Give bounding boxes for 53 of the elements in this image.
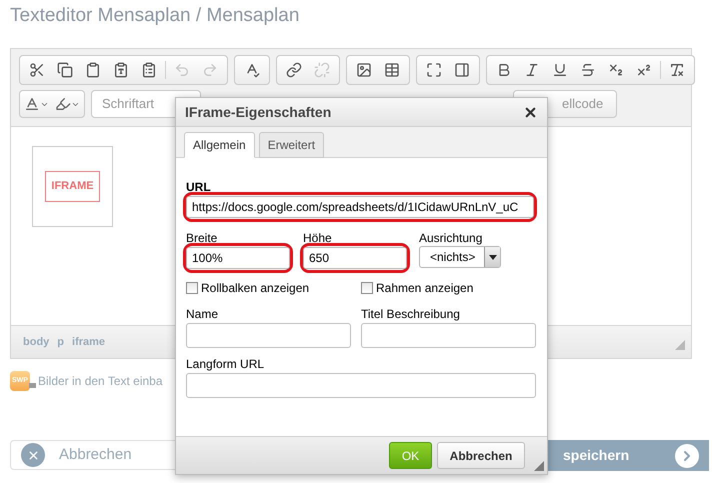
underline-icon[interactable] (552, 62, 568, 78)
table-icon[interactable] (384, 62, 400, 78)
cancel-label: Abbrechen (59, 444, 132, 465)
checkbox-label: Rahmen anzeigen (376, 280, 474, 297)
highlighter-icon[interactable] (55, 96, 71, 112)
resize-grip-icon[interactable] (534, 461, 544, 471)
ok-button[interactable]: OK (389, 442, 432, 469)
checkbox[interactable] (361, 282, 373, 294)
clipboard-icon[interactable] (85, 62, 101, 78)
cancel-button[interactable]: Abbrechen (437, 442, 525, 469)
save-button[interactable]: speichern (545, 440, 709, 471)
close-icon (21, 443, 45, 467)
subscript-icon[interactable] (608, 62, 624, 78)
dialog-tab[interactable]: Erweitert (258, 132, 324, 158)
field-label: Titel Beschreibung (361, 307, 461, 321)
align-select[interactable]: <nichts> (419, 246, 501, 268)
panel-icon[interactable] (454, 62, 470, 78)
field-label: Breite (186, 231, 218, 245)
input-field[interactable]: 100% (186, 247, 290, 269)
input-field[interactable] (361, 323, 536, 348)
superscript-icon[interactable] (636, 62, 652, 78)
resize-grip-icon[interactable] (675, 340, 685, 350)
element-path-link[interactable]: p (57, 334, 64, 350)
text-color-icon[interactable] (24, 96, 40, 112)
checkbox[interactable] (186, 282, 198, 294)
image-icon[interactable] (356, 62, 372, 78)
page-title: Texteditor Mensaplan / Mensaplan (9, 4, 300, 28)
clipboard-list-icon[interactable] (141, 62, 157, 78)
field-label: Höhe (303, 231, 333, 245)
dialog-tab[interactable]: Allgemein (184, 132, 255, 158)
field-label: Name (186, 307, 220, 321)
italic-icon[interactable] (524, 62, 540, 78)
input-field[interactable]: https://docs.google.com/spreadsheets/d/1ICidawURnLnV_uC (186, 196, 534, 218)
element-path-link[interactable]: iframe (72, 334, 106, 350)
field-label: Ausrichtung (419, 231, 484, 245)
clipboard-text-icon[interactable] (113, 62, 129, 78)
field-label: URL (186, 180, 212, 194)
field-label: Langform URL (186, 357, 266, 371)
scissors-icon[interactable] (29, 62, 45, 78)
checkbox-label: Rollbalken anzeigen (201, 280, 310, 297)
strikethrough-icon[interactable] (580, 62, 596, 78)
maximize-icon[interactable] (426, 62, 442, 78)
iframe-label: IFRAME (45, 171, 100, 202)
link-icon[interactable] (286, 62, 302, 78)
input-field[interactable] (186, 323, 351, 348)
chevron-icon (675, 444, 699, 468)
image-link[interactable]: Bilder in den Text einba (38, 372, 163, 390)
element-path-link[interactable]: body (23, 334, 50, 350)
copy-icon[interactable] (57, 62, 73, 78)
close-icon[interactable] (523, 104, 538, 120)
clear-format-icon[interactable] (669, 62, 685, 78)
input-field[interactable]: 650 (303, 247, 407, 269)
input-field[interactable] (186, 373, 536, 398)
